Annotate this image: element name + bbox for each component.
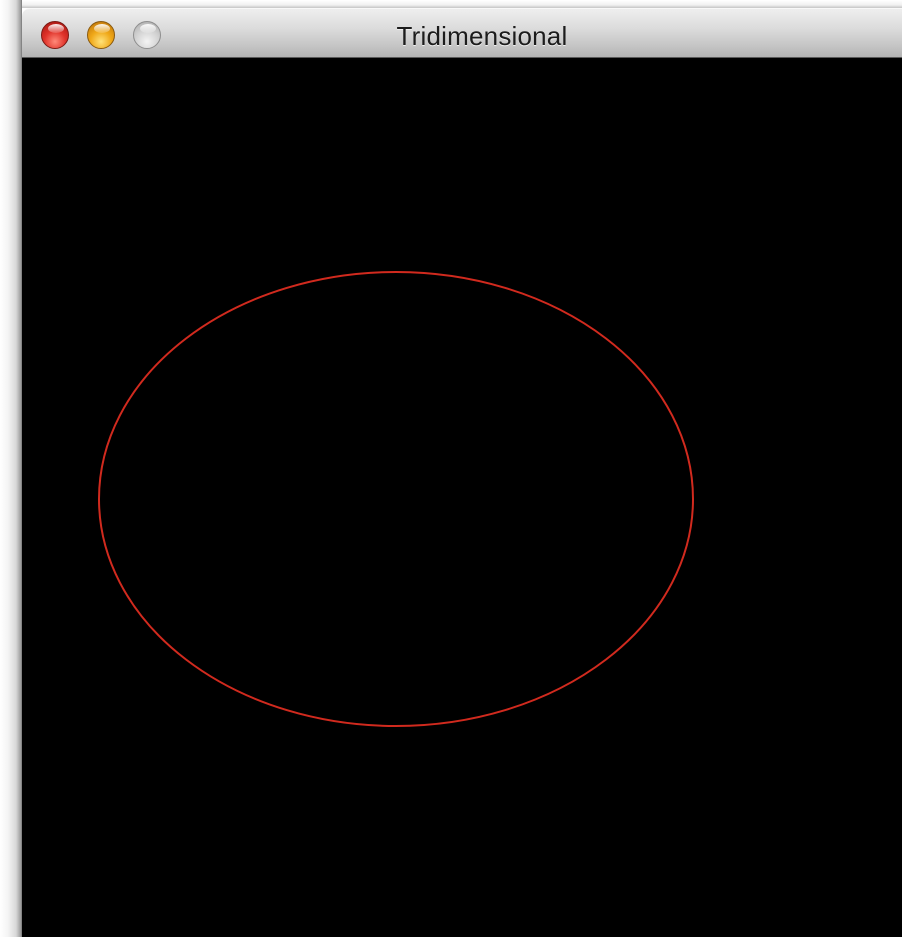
red-ellipse <box>98 271 694 727</box>
title-bar[interactable]: Tridimensional <box>22 8 902 58</box>
application-window: Tridimensional <box>22 8 902 937</box>
window-shadow-top <box>0 0 902 8</box>
window-shadow-left <box>0 0 22 937</box>
window-title: Tridimensional <box>396 21 568 51</box>
canvas-drawing <box>98 271 694 727</box>
drawing-canvas[interactable] <box>22 58 902 937</box>
